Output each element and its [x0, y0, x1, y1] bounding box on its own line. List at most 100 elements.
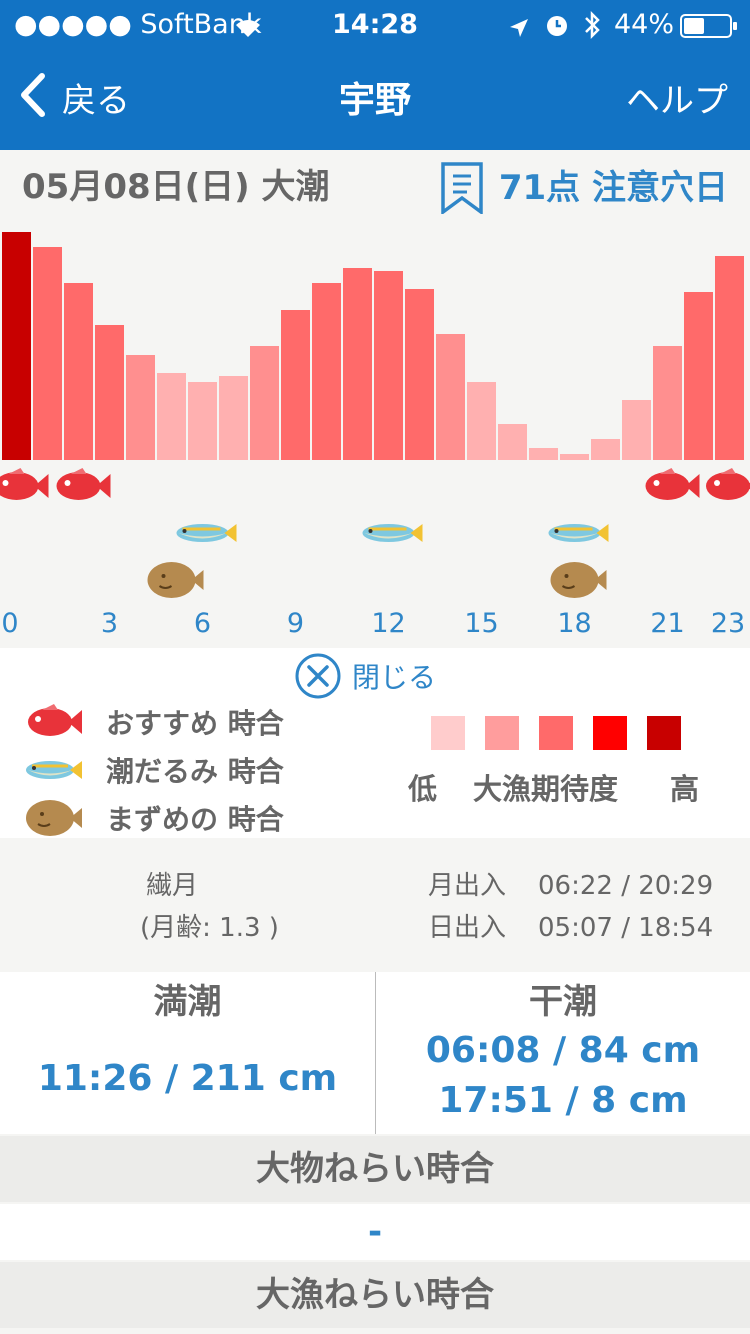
- level-swatch-1: [431, 716, 465, 750]
- recommend-marker-23: [706, 468, 750, 500]
- mazume-marker-18: [550, 562, 607, 598]
- bar-hour-11: [343, 268, 372, 460]
- bar-hour-21: [653, 346, 682, 460]
- tide-marker-6: [176, 524, 237, 542]
- level-low-label: 低: [408, 772, 438, 806]
- legend-recommend-label: おすすめ 時合: [106, 707, 284, 740]
- back-button[interactable]: 戻る: [18, 73, 130, 124]
- bar-hour-8: [250, 346, 279, 460]
- bar-hour-2: [64, 283, 93, 460]
- battery-percent: 44%: [614, 9, 675, 40]
- mazume-marker-5: [147, 562, 204, 598]
- x-tick-21: 21: [650, 608, 684, 639]
- close-legend-button[interactable]: 閉じる: [294, 652, 436, 700]
- bar-hour-19: [591, 439, 620, 460]
- level-high-label: 高: [670, 772, 700, 806]
- marker-group: [0, 468, 750, 598]
- moon-info: 繊月 (月齢: 1.3 ) 月出入 06:22 / 20:29 日出入 05:0…: [0, 840, 750, 970]
- big-catch-title: 大物ねらい時合: [0, 1136, 750, 1202]
- bar-group: [2, 232, 744, 460]
- bar-hour-23: [715, 256, 744, 460]
- bar-hour-15: [467, 382, 496, 460]
- close-label: 閉じる: [352, 661, 437, 694]
- level-swatch-3: [539, 716, 573, 750]
- x-tick-23: 23: [711, 608, 745, 639]
- moonrise-times: 06:22 / 20:29: [538, 871, 714, 901]
- legend-item-recommend: おすすめ 時合: [24, 700, 284, 744]
- level-swatch-2: [485, 716, 519, 750]
- chevron-left-icon: [18, 72, 46, 130]
- moonrise-label: 月出入: [428, 871, 507, 901]
- bar-hour-18: [560, 454, 589, 460]
- recommend-marker-2: [56, 468, 111, 500]
- haul-title: 大漁ねらい時合: [0, 1262, 750, 1328]
- flatfish-icon: [24, 796, 84, 840]
- bar-hour-0: [2, 232, 31, 460]
- bar-hour-7: [219, 376, 248, 460]
- low-tide-label: 干潮: [529, 982, 597, 1022]
- blue-fish-icon: [24, 753, 84, 787]
- status-bar: ●●●●● SoftBank 14:28 44%: [0, 0, 750, 50]
- x-axis-ticks: 0 3 6 9 12 15 18 21 23: [1, 608, 745, 639]
- bar-hour-3: [95, 325, 124, 460]
- x-tick-3: 3: [101, 608, 118, 639]
- tide-marker-18: [548, 524, 609, 542]
- close-circle-icon: [294, 652, 342, 700]
- bar-hour-16: [498, 424, 527, 460]
- bookmark-icon: [439, 162, 485, 214]
- high-tide-value-1: 11:26 / 211 cm: [37, 1058, 338, 1099]
- tide-panel: 満潮 11:26 / 211 cm 干潮 06:08 / 84 cm 17:51…: [0, 972, 750, 1134]
- low-tide-column: 干潮 06:08 / 84 cm 17:51 / 8 cm: [376, 972, 750, 1134]
- low-tide-value-2: 17:51 / 8 cm: [438, 1080, 688, 1121]
- legend-item-tide: 潮だるみ 時合: [24, 748, 284, 792]
- big-catch-value: -: [0, 1204, 750, 1260]
- legend-mazume-label: まずめの 時合: [106, 803, 284, 836]
- date-label: 05月08日(日) 大潮: [22, 167, 330, 207]
- low-tide-value-1: 06:08 / 84 cm: [425, 1030, 701, 1071]
- crescent-moon-icon: [44, 858, 124, 958]
- bar-hour-20: [622, 400, 651, 460]
- bar-hour-9: [281, 310, 310, 460]
- bar-hour-1: [33, 247, 62, 460]
- level-swatch-5: [647, 716, 681, 750]
- tide-marker-12: [362, 524, 423, 542]
- level-mid-label: 大漁期待度: [473, 772, 619, 806]
- legend-panel: 閉じる おすすめ 時合 潮だるみ 時合 まずめの 時合 低 大漁期待度 高: [0, 648, 750, 838]
- score-label: 71点 注意穴日: [498, 168, 728, 208]
- back-label: 戻る: [62, 81, 130, 121]
- x-tick-6: 6: [194, 608, 211, 639]
- bar-hour-6: [188, 382, 217, 460]
- moon-phase: 繊月: [146, 871, 199, 901]
- location-arrow-icon: [508, 14, 530, 48]
- bluetooth-icon: [582, 10, 602, 49]
- recommend-marker-21: [645, 468, 700, 500]
- red-fish-icon: [24, 702, 84, 742]
- legend-item-mazume: まずめの 時合: [24, 796, 284, 840]
- sunrise-times: 05:07 / 18:54: [538, 913, 714, 943]
- bite-chart: 0 3 6 9 12 15 18 21 23: [0, 232, 750, 639]
- alarm-icon: [544, 12, 570, 47]
- level-swatch-4: [593, 716, 627, 750]
- moon-age: (月齢: 1.3 ): [140, 913, 279, 943]
- battery-icon: [680, 13, 738, 47]
- bar-hour-13: [405, 289, 434, 460]
- x-tick-12: 12: [371, 608, 405, 639]
- bar-hour-14: [436, 334, 465, 460]
- high-tide-column: 満潮 11:26 / 211 cm: [0, 972, 375, 1134]
- x-tick-15: 15: [464, 608, 498, 639]
- x-tick-0: 0: [1, 608, 18, 639]
- score-badge[interactable]: 71点 注意穴日: [439, 162, 728, 214]
- bar-hour-22: [684, 292, 713, 460]
- bar-hour-5: [157, 373, 186, 460]
- high-tide-label: 満潮: [153, 982, 222, 1022]
- bar-hour-10: [312, 283, 341, 460]
- help-button[interactable]: ヘルプ: [626, 78, 728, 124]
- legend-tide-label: 潮だるみ 時合: [106, 755, 284, 788]
- sunrise-label: 日出入: [428, 913, 507, 943]
- x-tick-9: 9: [287, 608, 304, 639]
- bar-hour-17: [529, 448, 558, 460]
- bar-hour-4: [126, 355, 155, 460]
- bar-hour-12: [374, 271, 403, 460]
- recommend-marker-0: [0, 468, 49, 500]
- nav-bar: 戻る 宇野 ヘルプ: [0, 50, 750, 150]
